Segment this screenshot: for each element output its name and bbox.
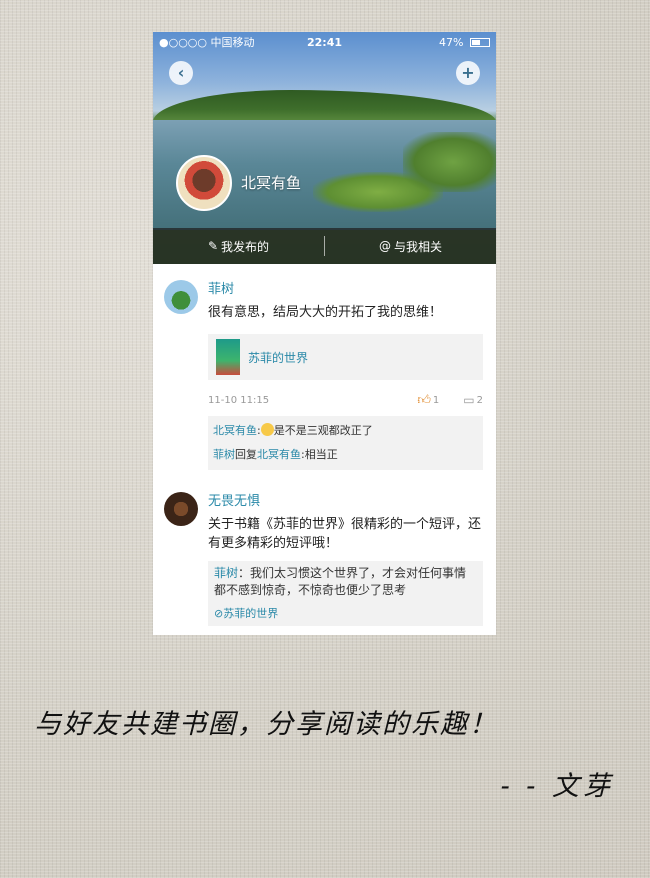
comment-author[interactable]: 北冥有鱼 (213, 424, 257, 437)
tab-label: 我发布的 (221, 239, 270, 254)
back-button[interactable]: ‹ (169, 61, 193, 85)
edit-icon: ✎ (207, 239, 219, 253)
comment-list: 北冥有鱼: 是不是三观都改正了 菲树回复北冥有鱼:相当正 (208, 416, 483, 470)
avatar[interactable] (164, 492, 198, 526)
book-card[interactable]: 苏菲的世界 (208, 334, 483, 380)
thumbs-up-icon: 👍︎ (417, 392, 431, 408)
profile-tabs: ✎ 我发布的 @ 与我相关 (153, 228, 496, 264)
at-icon: @ (378, 239, 391, 253)
chevron-left-icon: ‹ (177, 63, 185, 82)
comment-text: 是不是三观都改正了 (273, 424, 373, 437)
profile-header: ●○○○○ 中国移动 22:41 47% ‹ + 北冥有鱼 ✎ 我发布的 @ 与… (153, 32, 496, 264)
smile-emoji-icon (260, 423, 274, 436)
profile-username: 北冥有鱼 (241, 174, 302, 192)
post-text: 关于书籍《苏菲的世界》很精彩的一个短评，还有更多精彩的短评哦！ (208, 517, 482, 551)
phone-screen: ●○○○○ 中国移动 22:41 47% ‹ + 北冥有鱼 ✎ 我发布的 @ 与… (153, 32, 496, 635)
post-time: 11-10 11:15 (208, 394, 270, 406)
tab-my-posts[interactable]: ✎ 我发布的 (153, 228, 324, 264)
book-reference-title: 苏菲的世界 (223, 607, 279, 620)
quote-author[interactable]: 菲树 (214, 566, 238, 580)
post-author[interactable]: 无畏无惧 (208, 490, 483, 509)
comment-icon: ▭ (463, 393, 475, 407)
clock: 22:41 (306, 35, 342, 49)
comment-count: 2 (476, 394, 483, 406)
like-count: 1 (432, 394, 440, 406)
post-meta: 11-10 11:15 👍︎ 1 ▭ 2 (208, 392, 483, 408)
battery-icon (469, 37, 490, 47)
header-background-lotus (403, 132, 496, 192)
comment-button[interactable]: ▭ 2 (463, 393, 483, 407)
feed-post: 无畏无惧 关于书籍《苏菲的世界》很精彩的一个短评，还有更多精彩的短评哦！ 菲树：… (153, 470, 496, 626)
quoted-review[interactable]: 菲树：我们太习惯这个世界了，才会对任何事情都不感到惊奇，不惊奇也便少了思考 ⊘苏… (208, 561, 483, 626)
reply-target[interactable]: 北冥有鱼 (257, 448, 301, 461)
promo-caption: 与好友共建书圈，分享阅读的乐趣！ (34, 709, 498, 740)
plus-icon: + (461, 63, 475, 82)
feed-list: 菲树 很有意思，结局大大的开拓了我的思维！ 苏菲的世界 11-10 11:15 … (153, 264, 496, 626)
carrier-label: ●○○○○ 中国移动 (159, 36, 255, 49)
post-text: 很有意思，结局大大的开拓了我的思维！ (208, 305, 443, 320)
link-icon: ⊘ (214, 607, 224, 620)
avatar[interactable] (164, 280, 198, 314)
add-button[interactable]: + (456, 61, 480, 85)
book-cover-image (216, 339, 240, 375)
comment-item[interactable]: 北冥有鱼: 是不是三观都改正了 (213, 419, 478, 443)
header-background-trees (153, 90, 496, 122)
tab-label: 与我相关 (393, 239, 442, 254)
comment-text: 相当正 (304, 448, 338, 461)
like-button[interactable]: 👍︎ 1 (417, 393, 439, 408)
tab-related-to-me[interactable]: @ 与我相关 (325, 228, 496, 264)
quote-text: ：我们太习惯这个世界了，才会对任何事情都不感到惊奇，不惊奇也便少了思考 (214, 566, 467, 597)
status-bar: ●○○○○ 中国移动 22:41 47% (153, 32, 496, 52)
profile-avatar[interactable] (176, 155, 232, 211)
post-author[interactable]: 菲树 (208, 278, 483, 297)
reply-word: 回复 (235, 448, 257, 461)
promo-signature: - - 文芽 (500, 771, 614, 802)
book-title: 苏菲的世界 (248, 350, 309, 365)
comment-item[interactable]: 菲树回复北冥有鱼:相当正 (213, 443, 478, 467)
feed-post: 菲树 很有意思，结局大大的开拓了我的思维！ 苏菲的世界 11-10 11:15 … (153, 264, 496, 470)
battery-percent: 47% (439, 35, 464, 49)
book-reference[interactable]: ⊘苏菲的世界 (214, 605, 477, 622)
comment-author[interactable]: 菲树 (213, 448, 235, 461)
